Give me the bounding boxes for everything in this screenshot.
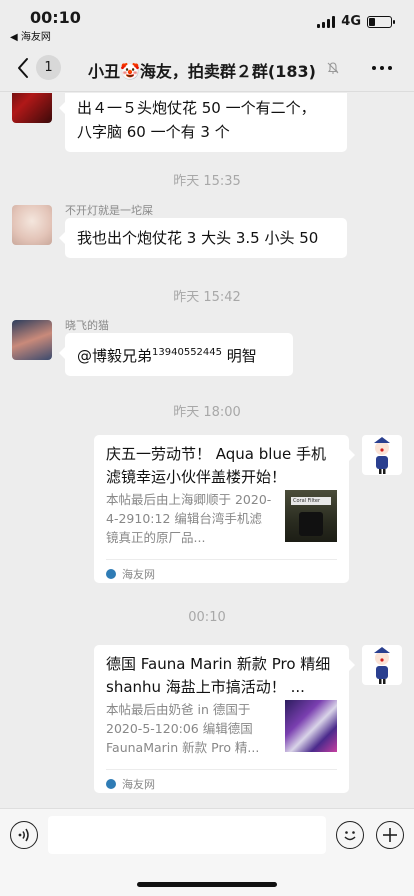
back-button[interactable] xyxy=(12,54,38,82)
status-bar: 00:10 ◀ 海友网 4G xyxy=(0,0,414,44)
message-text-line: 八字脑 60 一个有 3 个 xyxy=(77,123,230,141)
link-card[interactable]: 德国 Fauna Marin 新款 Pro 精细 shanhu 海盐上市搞活动！… xyxy=(94,645,355,793)
network-type: 4G xyxy=(341,14,361,29)
my-avatar[interactable] xyxy=(362,645,402,685)
battery-icon xyxy=(367,15,395,28)
card-thumbnail xyxy=(285,700,337,752)
card-title: 德国 Fauna Marin 新款 Pro 精细 shanhu 海盐上市搞活动！… xyxy=(106,655,331,696)
plus-button[interactable] xyxy=(376,821,404,849)
status-indicators: 4G xyxy=(317,14,395,29)
card-thumbnail: Coral Filter xyxy=(285,490,337,542)
chat-message-list[interactable]: 出４一５头炮仗花 50 一个有二个， 八字脑 60 一个有 3 个 昨天 15:… xyxy=(0,93,414,808)
card-source: 海友网 xyxy=(106,776,155,792)
timestamp: 昨天 15:35 xyxy=(173,174,241,189)
mention-number: 13940552445 xyxy=(152,347,223,358)
voice-button[interactable] xyxy=(10,821,38,849)
chat-title: 小丑🤡海友，拍卖群２群(183) xyxy=(88,62,316,81)
unread-badge[interactable]: 1 xyxy=(36,55,61,80)
message-bubble[interactable]: 我也出个炮仗花 3 大头 3.5 小头 50 xyxy=(59,218,347,258)
more-dots-icon[interactable] xyxy=(372,66,392,70)
message-text-line: 出４一５头炮仗花 50 一个有二个， xyxy=(77,99,316,117)
status-back-app-link[interactable]: ◀ 海友网 xyxy=(10,28,51,43)
voice-icon xyxy=(18,828,29,842)
home-indicator[interactable] xyxy=(137,882,277,887)
battery-level xyxy=(369,17,376,26)
card-description: 本帖最后由奶爸 in 德国于 2020-5-120:06 编辑德国 FaunaM… xyxy=(106,702,260,755)
card-title: 庆五一劳动节！ Aqua blue 手机滤镜幸运小伙伴盖楼开始！ xyxy=(106,445,326,486)
message-text: 明智 xyxy=(222,347,257,365)
timestamp: 00:10 xyxy=(188,610,226,625)
clown-avatar-icon xyxy=(374,437,390,474)
plus-icon xyxy=(383,828,397,842)
emoji-icon xyxy=(344,831,356,841)
back-chevron-icon xyxy=(18,58,28,78)
message-input[interactable] xyxy=(48,816,326,854)
message-text: 我也出个炮仗花 3 大头 3.5 小头 50 xyxy=(77,229,319,247)
my-avatar[interactable] xyxy=(362,435,402,475)
nav-bar: 1 小丑🤡海友，拍卖群２群(183) xyxy=(0,44,414,92)
card-source-name: 海友网 xyxy=(122,778,155,791)
status-time: 00:10 xyxy=(30,8,81,27)
mention[interactable]: @博毅兄弟 xyxy=(77,347,152,365)
card-description: 本帖最后由上海卿顺于 2020-4-2910:12 编辑台湾手机滤镜真正的原厂品… xyxy=(106,492,272,545)
timestamp: 昨天 15:42 xyxy=(173,290,241,305)
link-card[interactable]: 庆五一劳动节！ Aqua blue 手机滤镜幸运小伙伴盖楼开始！ 本帖最后由上海… xyxy=(94,435,355,583)
clown-avatar-icon xyxy=(374,647,390,684)
message-bubble[interactable]: 出４一５头炮仗花 50 一个有二个， 八字脑 60 一个有 3 个 xyxy=(59,93,347,152)
emoji-button[interactable] xyxy=(336,821,364,849)
sender-avatar[interactable] xyxy=(12,93,52,123)
timestamp: 昨天 18:00 xyxy=(173,405,241,420)
sender-name: 不开灯就是一坨屎 xyxy=(65,204,153,217)
mute-bell-icon xyxy=(326,60,340,79)
source-app-icon xyxy=(106,779,116,789)
sender-name: 晓飞的猫 xyxy=(65,319,109,332)
sender-avatar[interactable] xyxy=(12,205,52,245)
card-source-name: 海友网 xyxy=(122,568,155,581)
sender-avatar[interactable] xyxy=(12,320,52,360)
source-app-icon xyxy=(106,569,116,579)
message-bubble[interactable]: @博毅兄弟13940552445 明智 xyxy=(59,333,293,376)
thumbnail-label: Coral Filter xyxy=(291,497,331,505)
signal-icon xyxy=(317,15,336,28)
card-source: 海友网 xyxy=(106,566,155,582)
